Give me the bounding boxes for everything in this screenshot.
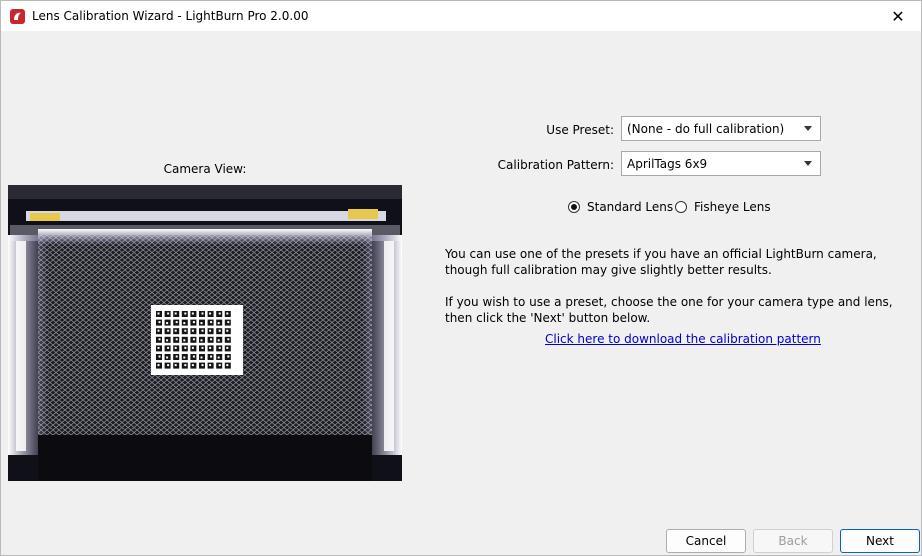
title-bar: Lens Calibration Wizard - LightBurn Pro … xyxy=(1,1,921,31)
calibration-tag-bit xyxy=(174,346,177,349)
calibration-tag-bit xyxy=(191,312,194,315)
calibration-tag-bit xyxy=(175,338,178,341)
calibration-tag-bit xyxy=(157,346,160,349)
chevron-down-icon xyxy=(804,126,812,131)
calibration-tag-bit xyxy=(201,346,204,349)
wizard-window: Lens Calibration Wizard - LightBurn Pro … xyxy=(0,0,922,556)
calibration-tag-bit xyxy=(200,322,203,325)
calibration-tag-bit xyxy=(210,338,213,341)
calibration-tag-bit xyxy=(218,329,221,332)
use-preset-value: (None - do full calibration) xyxy=(627,121,785,136)
preset-info-text: You can use one of the presets if you ha… xyxy=(445,247,877,277)
calibration-tag-bit xyxy=(167,364,170,367)
calibration-tag-bit xyxy=(191,364,194,367)
calibration-tag-bit xyxy=(209,346,212,349)
calibration-tag-bit xyxy=(192,338,195,341)
calibration-tag-bit xyxy=(183,322,186,325)
calibration-tag-bit xyxy=(184,364,187,367)
calibration-tag-bit xyxy=(167,312,170,315)
calibration-tag-bit xyxy=(184,346,187,349)
calibration-tag-bit xyxy=(226,312,229,315)
calibration-tag-bit xyxy=(210,355,213,358)
calibration-pattern-select[interactable]: AprilTags 6x9 xyxy=(621,151,821,176)
calibration-tag-bit xyxy=(209,364,212,367)
camera-view xyxy=(8,185,402,481)
calibration-tag-bit xyxy=(217,356,220,359)
next-button[interactable]: Next xyxy=(840,529,920,553)
calibration-tag-bit xyxy=(175,321,178,324)
calibration-tag-bit xyxy=(226,329,229,332)
standard-lens-radio[interactable]: Standard Lens xyxy=(568,200,673,214)
calibration-tag-bit xyxy=(227,355,230,358)
chevron-down-icon xyxy=(804,161,812,166)
calibration-tag-bit xyxy=(184,329,187,332)
calibration-tag-bit xyxy=(191,346,194,349)
calibration-tag-bit xyxy=(227,321,230,324)
radio-indicator xyxy=(675,201,687,213)
calibration-tag-bit xyxy=(227,338,230,341)
cancel-button[interactable]: Cancel xyxy=(666,529,746,553)
calibration-tag-bit xyxy=(184,312,187,315)
calibration-tag-bit xyxy=(183,356,186,359)
calibration-tag-bit xyxy=(217,339,220,342)
camera-image xyxy=(8,185,402,481)
calibration-tag-bit xyxy=(191,329,194,332)
lightburn-logo-icon xyxy=(10,9,25,24)
calibration-tag-bit xyxy=(158,355,161,358)
calibration-tag-bit xyxy=(167,346,170,349)
use-preset-select[interactable]: (None - do full calibration) xyxy=(621,116,821,141)
calibration-tag-bit xyxy=(200,356,203,359)
fisheye-lens-label: Fisheye Lens xyxy=(694,200,771,214)
fisheye-lens-radio[interactable]: Fisheye Lens xyxy=(675,200,771,214)
calibration-tag-bit xyxy=(183,339,186,342)
calibration-tag-bit xyxy=(158,338,161,341)
calibration-tag-bit xyxy=(201,312,204,315)
calibration-tag-bit xyxy=(201,364,204,367)
calibration-tag-bit xyxy=(209,312,212,315)
calibration-tag-bit xyxy=(226,346,229,349)
calibration-tag-bit xyxy=(218,364,221,367)
calibration-tag-bit xyxy=(157,364,160,367)
calibration-pattern-label: Calibration Pattern: xyxy=(497,158,614,172)
calibration-tag-bit xyxy=(218,312,221,315)
calibration-tag-bit xyxy=(174,312,177,315)
use-preset-label: Use Preset: xyxy=(546,123,614,137)
download-pattern-link[interactable]: Click here to download the calibration p… xyxy=(545,332,821,346)
calibration-tag-bit xyxy=(166,356,169,359)
standard-lens-label: Standard Lens xyxy=(587,200,674,214)
calibration-tag-bit xyxy=(218,346,221,349)
calibration-tag-bit xyxy=(226,364,229,367)
preset-instructions-text: If you wish to use a preset, choose the … xyxy=(445,295,893,325)
window-title: Lens Calibration Wizard - LightBurn Pro … xyxy=(32,9,309,23)
calibration-tag-bit xyxy=(174,329,177,332)
calibration-tag-bit xyxy=(167,329,170,332)
calibration-tag-bit xyxy=(201,329,204,332)
radio-indicator xyxy=(568,201,580,213)
calibration-tag-bit xyxy=(166,322,169,325)
calibration-tag-bit xyxy=(210,321,213,324)
calibration-tag-bit xyxy=(192,355,195,358)
calibration-tag-bit xyxy=(158,321,161,324)
calibration-tag-bit xyxy=(209,329,212,332)
calibration-tag-bit xyxy=(166,339,169,342)
calibration-tag-bit xyxy=(157,312,160,315)
calibration-tag-bit xyxy=(157,329,160,332)
calibration-tag-bit xyxy=(200,339,203,342)
close-icon[interactable]: ✕ xyxy=(875,1,921,31)
calibration-tag-bit xyxy=(175,355,178,358)
calibration-tag-bit xyxy=(217,322,220,325)
back-button[interactable]: Back xyxy=(753,529,833,553)
calibration-pattern-value: AprilTags 6x9 xyxy=(627,156,708,171)
calibration-tag-bit xyxy=(174,364,177,367)
camera-view-label: Camera View: xyxy=(163,162,247,176)
calibration-tag-bit xyxy=(192,321,195,324)
